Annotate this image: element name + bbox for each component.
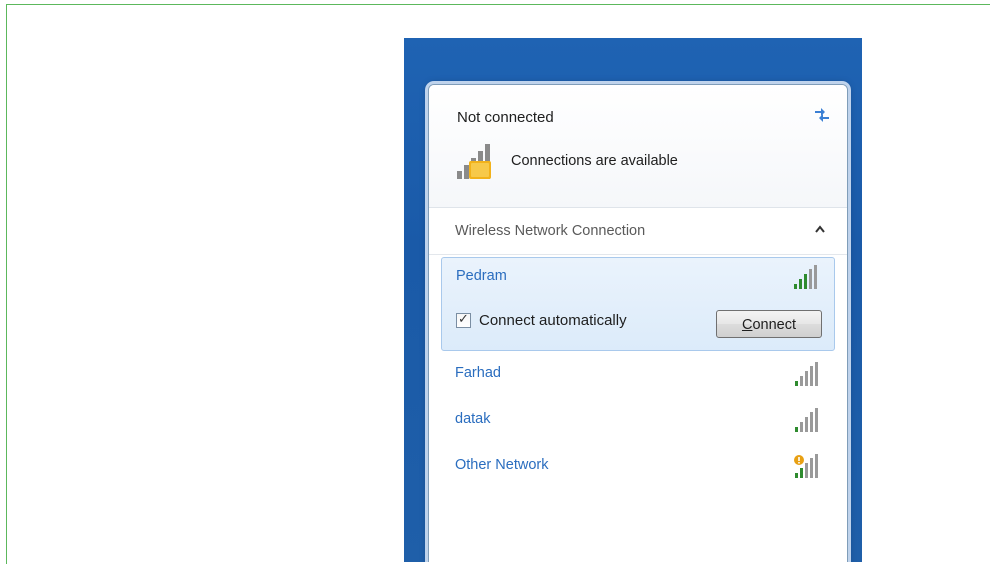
connect-button[interactable]: Connect: [716, 310, 822, 338]
signal-strength-icon: [795, 362, 818, 386]
network-item[interactable]: Farhad: [441, 351, 835, 397]
network-name: Farhad: [455, 365, 501, 381]
network-item[interactable]: datak: [441, 397, 835, 443]
connect-automatically-checkbox[interactable]: [456, 311, 471, 328]
signal-strength-icon: [794, 265, 817, 289]
availability-text: Connections are available: [511, 153, 678, 169]
network-name: Pedram: [456, 268, 507, 284]
signal-strength-icon: [795, 408, 818, 432]
connect-button-accesskey: C: [741, 317, 753, 333]
signal-warning-icon: [794, 454, 818, 478]
availability-row: Connections are available: [455, 141, 678, 181]
connect-automatically-label: Connect automatically: [479, 312, 627, 329]
chevron-up-icon[interactable]: [815, 225, 825, 233]
wireless-available-icon: [457, 144, 491, 179]
network-item[interactable]: Other Network: [441, 443, 835, 489]
section-title: Wireless Network Connection: [455, 223, 646, 239]
connect-button-label: onnect: [752, 317, 797, 333]
connect-automatically-row[interactable]: Connect automatically: [456, 311, 627, 329]
desktop-background: Not connected Connections are available: [404, 38, 862, 562]
network-popup: Not connected Connections are available: [428, 84, 848, 562]
section-wireless-network-connection[interactable]: Wireless Network Connection: [429, 208, 847, 255]
network-name: Other Network: [455, 457, 549, 473]
popup-header: Not connected Connections are available: [429, 85, 847, 208]
network-item-selected[interactable]: Pedram Connect automatically Connect: [441, 257, 835, 351]
network-name: datak: [455, 411, 491, 427]
connection-status: Not connected: [457, 109, 554, 126]
refresh-icon[interactable]: [811, 105, 833, 125]
